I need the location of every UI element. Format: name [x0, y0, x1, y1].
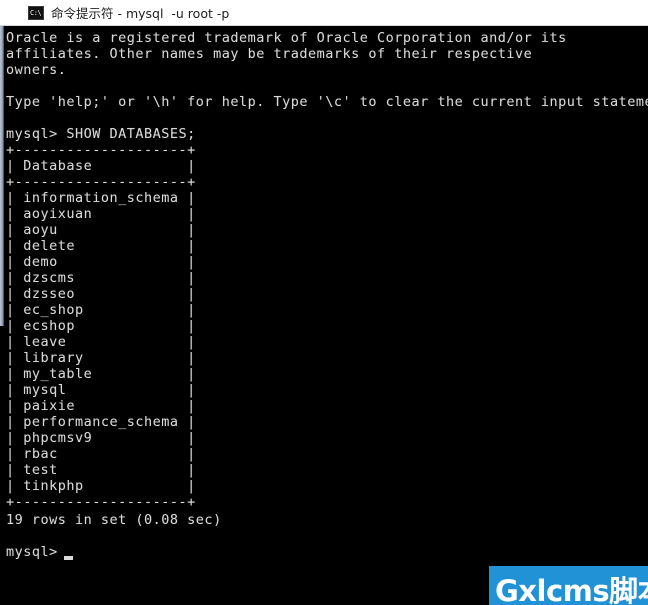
table-row: | phpcmsv9 | — [6, 430, 196, 446]
table-row: | mysql | — [6, 382, 196, 398]
table-row: | information_schema | — [6, 190, 196, 206]
table-border-middle: +--------------------+ — [6, 174, 196, 190]
table-row: | tinkphp | — [6, 478, 196, 494]
window-title: 命令提示符 - mysql -u root -p — [51, 6, 230, 21]
table-row: | dzscms | — [6, 270, 196, 286]
table-border-bottom: +--------------------+ — [6, 494, 196, 510]
status-line: 19 rows in set (0.08 sec) — [6, 512, 222, 528]
table-row: | paixie | — [6, 398, 196, 414]
terminal-output-area[interactable]: Oracle is a registered trademark of Orac… — [0, 26, 648, 605]
terminal-line-help: Type 'help;' or '\h' for help. Type '\c'… — [6, 94, 648, 110]
terminal-line: affiliates. Other names may be trademark… — [6, 46, 533, 62]
terminal-line: Oracle is a registered trademark of Orac… — [6, 30, 567, 46]
terminal-cursor — [64, 556, 73, 560]
table-row: | ecshop | — [6, 318, 196, 334]
table-row: | aoyixuan | — [6, 206, 196, 222]
window-titlebar[interactable]: C:\ 命令提示符 - mysql -u root -p — [0, 0, 648, 26]
table-row: | test | — [6, 462, 196, 478]
console-icon-glyph: C:\ — [30, 8, 42, 17]
window-left-edge-lower — [0, 326, 4, 605]
terminal-line: owners. — [6, 62, 67, 78]
command-prompt-window: C:\ 命令提示符 - mysql -u root -p Oracle is a… — [0, 0, 648, 605]
table-row: | library | — [6, 350, 196, 366]
table-row: | performance_schema | — [6, 414, 196, 430]
table-header-row: | Database | — [6, 158, 196, 174]
table-row: | ec_shop | — [6, 302, 196, 318]
table-row: | leave | — [6, 334, 196, 350]
table-row: | my_table | — [6, 366, 196, 382]
table-row: | delete | — [6, 238, 196, 254]
table-row: | rbac | — [6, 446, 196, 462]
terminal-line-command: mysql> SHOW DATABASES; — [6, 126, 196, 142]
watermark-banner: Gxlcms脚本 — [489, 566, 648, 605]
table-row: | demo | — [6, 254, 196, 270]
console-icon: C:\ — [28, 5, 44, 20]
table-border-top: +--------------------+ — [6, 142, 196, 158]
table-row: | dzsseo | — [6, 286, 196, 302]
prompt-line: mysql> — [6, 544, 58, 560]
table-row: | aoyu | — [6, 222, 196, 238]
watermark-text: Gxlcms脚本 — [495, 574, 648, 605]
